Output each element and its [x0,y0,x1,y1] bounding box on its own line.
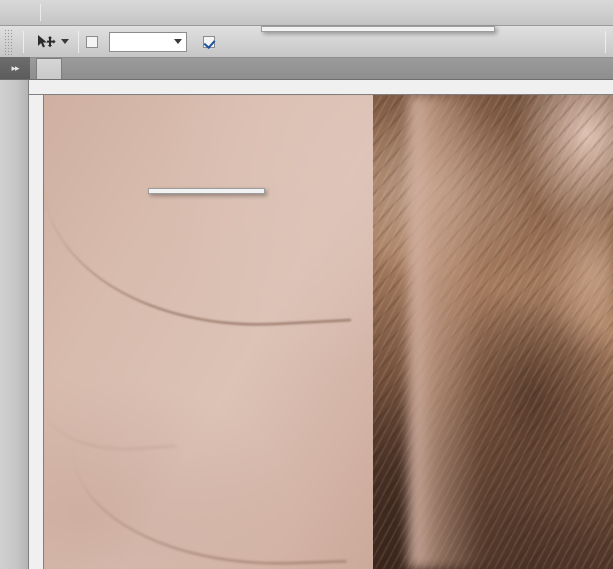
hair-strand-mid [44,380,164,440]
vertical-ruler[interactable] [29,95,44,569]
auto-select-checkbox[interactable] [86,35,98,48]
document-tab-bar: ▸▸ [0,57,613,80]
photoshop-window: ▸▸ [0,0,613,569]
options-bar-grip[interactable] [4,28,13,55]
blur-submenu [148,188,265,194]
tools-panel [0,80,29,569]
document-tab[interactable] [36,58,62,79]
expand-panels-icon[interactable]: ▸▸ [0,57,30,79]
auto-select-scope-select[interactable] [109,31,187,52]
hair-highlight [523,215,613,415]
image-canvas[interactable] [44,95,613,569]
options-divider-1 [23,30,24,53]
move-tool-icon [33,30,59,54]
tool-preset-chevron-down-icon[interactable] [61,39,69,44]
show-transform-controls-checkbox[interactable] [203,35,215,48]
menu-bar [0,0,613,26]
tool-preset-picker[interactable] [31,30,71,54]
menubar-divider [40,4,41,21]
options-divider-2 [78,30,79,53]
hair-strand-upper [46,127,306,317]
filter-menu [261,26,495,32]
photo-content [44,95,613,569]
auto-select-chevron-down-icon[interactable] [174,39,182,44]
options-divider-3 [605,30,606,53]
hair-skin-blend [409,95,529,569]
horizontal-ruler[interactable] [29,80,613,95]
